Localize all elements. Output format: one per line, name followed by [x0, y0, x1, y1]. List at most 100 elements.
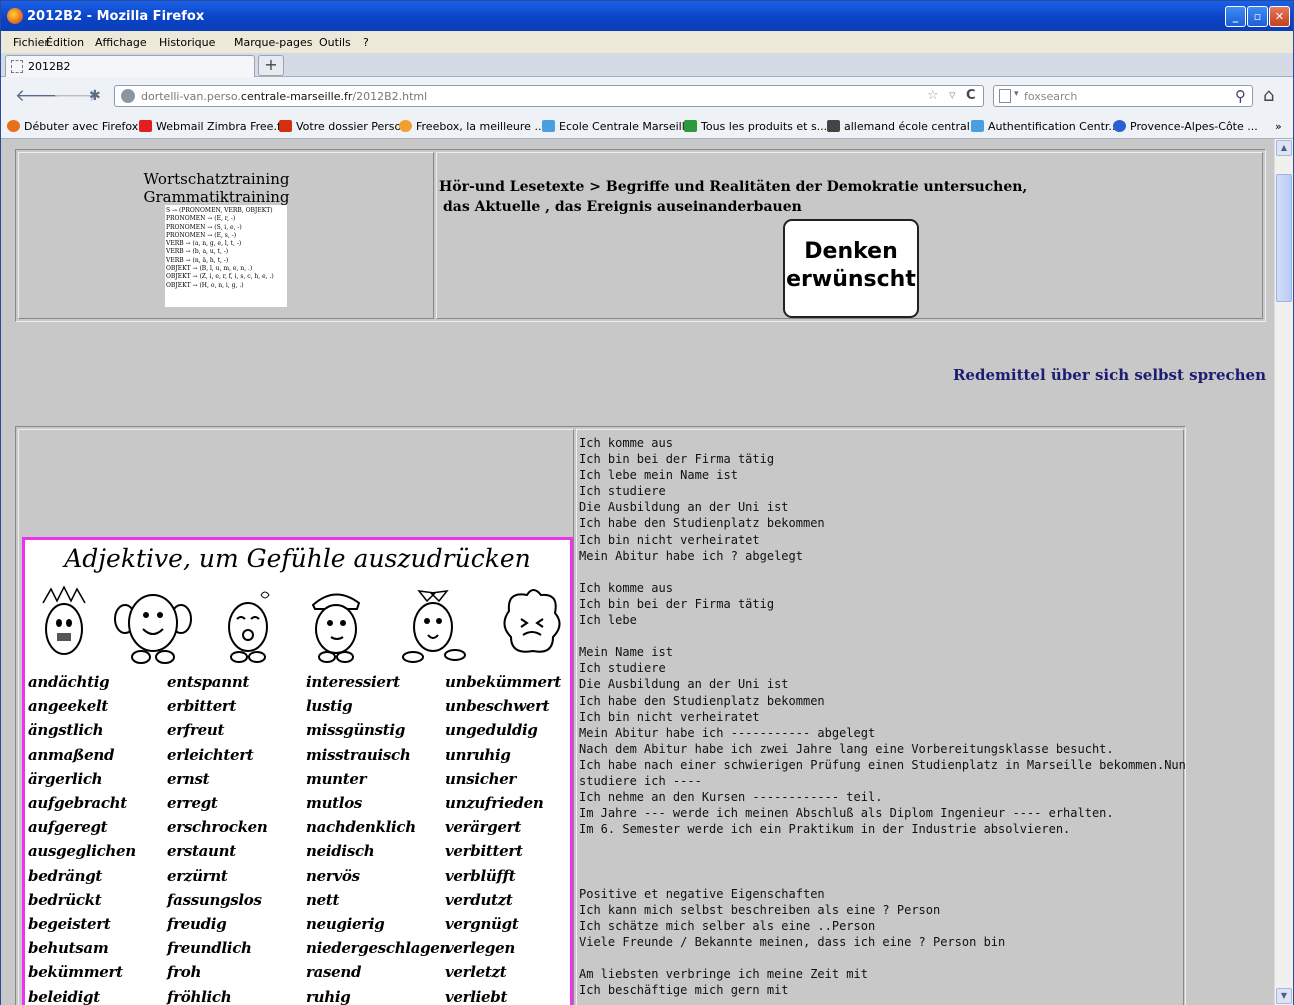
bookmarks-overflow-icon[interactable]: » [1275, 120, 1282, 133]
adjective-word: ärgerlich [28, 769, 103, 788]
adjective-word: erschrocken [167, 818, 268, 837]
tab-2012b2[interactable]: 2012B2 [5, 55, 255, 77]
adjective-word: ängstlich [28, 721, 104, 740]
adjective-word: erzürnt [167, 866, 228, 885]
menu-fichier[interactable]: Fichier [13, 36, 49, 49]
bookmark-item[interactable]: Provence-Alpes-Côte ... [1113, 120, 1258, 133]
search-bar[interactable]: ▾ foxsearch ⚲ [993, 85, 1253, 107]
adjective-word: entspannt [167, 673, 250, 691]
adjective-word: neidisch [306, 842, 375, 861]
text-line: Ich nehme an den Kursen ------------ tei… [579, 790, 883, 805]
text-line: Ich kann mich selbst beschreiben als ein… [579, 902, 941, 917]
search-icon[interactable]: ⚲ [1235, 87, 1246, 105]
menu-affichage[interactable]: Affichage [95, 36, 147, 49]
adjektive-title: Adjektive, um Gefühle auszudrücken [64, 544, 531, 573]
minimize-button[interactable]: _ [1225, 6, 1246, 27]
adjective-word: aufgebracht [28, 794, 127, 813]
url-dropdown-icon[interactable]: ▿ [949, 88, 956, 103]
bookmark-item[interactable]: Ecole Centrale Marseille [542, 120, 692, 133]
url-text: dortelli-van.perso.centrale-marseille.fr… [141, 90, 428, 103]
freebox-icon [399, 120, 412, 132]
url-bar[interactable]: dortelli-van.perso.centrale-marseille.fr… [114, 85, 984, 107]
adjective-word: verlegen [445, 939, 515, 958]
tab-label: 2012B2 [28, 60, 71, 73]
adjective-word: verblüfft [445, 866, 516, 885]
rss-icon [827, 120, 840, 132]
reload-icon[interactable]: C [966, 88, 976, 103]
search-input[interactable]: foxsearch [1024, 90, 1077, 103]
menu-outils[interactable]: Outils [319, 36, 351, 49]
text-line: Ich bin nicht verheiratet [579, 709, 760, 724]
adjective-word: rasend [306, 963, 362, 982]
close-button[interactable]: ✕ [1269, 6, 1290, 27]
region-icon [1113, 120, 1126, 132]
bookmarks-toolbar: Débuter avec Firefox Webmail Zimbra Free… [1, 115, 1293, 139]
text-line: Ich habe den Studienplatz bekommen [579, 693, 825, 708]
menu-historique[interactable]: Historique [159, 36, 215, 49]
scroll-down-icon[interactable]: ▼ [1276, 988, 1292, 1004]
bookmark-item[interactable]: Authentification Centr... [971, 120, 1119, 133]
grammatik-link[interactable]: Grammatiktraining [139, 188, 294, 206]
new-tab-button[interactable]: + [258, 55, 284, 76]
face-drawing-icon [114, 594, 192, 664]
text-line: Ich beschäftige mich gern mit [579, 983, 789, 998]
menu-marque-pages[interactable]: Marque-pages [234, 36, 312, 49]
search-engine-icon[interactable] [999, 89, 1011, 103]
face-drawing-icon [503, 589, 561, 653]
adjective-word: neugierig [306, 915, 385, 934]
wortschatz-link[interactable]: Wortschatztraining [139, 170, 294, 188]
adjective-word: anmaßend [28, 745, 115, 764]
adjective-word: angeekelt [28, 697, 109, 716]
header-left-cell: Wortschatztraining Grammatiktraining S →… [18, 152, 434, 319]
bookmark-item[interactable]: allemand école central... [827, 120, 980, 133]
scroll-thumb[interactable] [1276, 174, 1292, 302]
menu-edition[interactable]: Édition [46, 36, 84, 49]
scroll-up-icon[interactable]: ▲ [1276, 140, 1292, 156]
text-line: Im Jahre --- werde ich meinen Abschluß a… [579, 806, 1114, 821]
menu-help[interactable]: ? [363, 36, 369, 49]
adjective-word: bedrückt [28, 890, 102, 909]
site-identity-icon[interactable] [121, 89, 135, 103]
grammar-rules-image: S → (PRONOMEN, VERB, OBJEKT) PRONOMEN → (… [165, 205, 287, 307]
text-line: Ich habe nach einer schwierigen Prüfung … [579, 757, 1186, 772]
bookmark-item[interactable]: Votre dossier Perso [279, 120, 401, 133]
text-line: Die Ausbildung an der Uni ist [579, 677, 789, 692]
adjective-word: misstrauisch [306, 745, 411, 764]
denken-sign-image: Denken erwünscht [783, 219, 919, 318]
adjective-word: verletzt [445, 963, 507, 982]
vertical-scrollbar[interactable]: ▲ ▼ [1274, 139, 1293, 1005]
topic-line-1: Hör-und Lesetexte > Begriffe und Realitä… [439, 179, 1028, 195]
adjective-word: andächtig [28, 673, 110, 691]
adjective-word: unbeschwert [445, 697, 550, 716]
bookmark-item[interactable]: Freebox, la meilleure ... [399, 120, 545, 133]
adjective-column-1: andächtig angeekelt ängstlich anmaßend ärger… [28, 670, 136, 1005]
bookmark-item[interactable]: Webmail Zimbra Free.fr [139, 120, 285, 133]
page-icon [11, 60, 23, 73]
bookmark-item[interactable]: Débuter avec Firefox [7, 120, 138, 133]
text-line [579, 870, 1186, 886]
home-icon[interactable]: ⌂ [1263, 85, 1274, 106]
face-drawing-icon [228, 591, 270, 663]
text-cell: Ich komme aus Ich bin bei der Firma tätig… [576, 429, 1186, 1005]
adjective-word: nachdenklich [306, 818, 416, 837]
adjective-word: verdutzt [445, 890, 513, 909]
engine-dropdown-icon[interactable]: ▾ [1014, 89, 1019, 99]
text-line: Viele Freunde / Bekannte meinen, dass ic… [579, 934, 1006, 949]
text-line: Ich komme aus [579, 436, 673, 450]
bookmark-star-icon[interactable]: ☆ [927, 88, 939, 103]
firefox-logo-icon [7, 8, 23, 24]
adjective-word: erfreut [167, 721, 225, 740]
text-line: Ich lebe [579, 613, 637, 628]
adjective-word: ernst [167, 769, 210, 788]
history-icon[interactable]: ✱ [89, 88, 101, 104]
browser-window: 2012B2 - Mozilla Firefox _ ▫ ✕ Fichier É… [0, 0, 1294, 1005]
text-line [579, 853, 1186, 869]
text-line: Positive et negative Eigenschaften [579, 886, 825, 901]
bookmark-item[interactable]: Tous les produits et s... [684, 120, 827, 133]
products-icon [684, 120, 697, 132]
maximize-button[interactable]: ▫ [1247, 6, 1268, 27]
text-line [579, 950, 1186, 966]
redemittel-link[interactable]: Redemittel über sich selbst sprechen [953, 366, 1266, 384]
text-line: Im 6. Semester werde ich ein Praktikum i… [579, 822, 1071, 837]
adjective-word: mutlos [306, 794, 363, 813]
